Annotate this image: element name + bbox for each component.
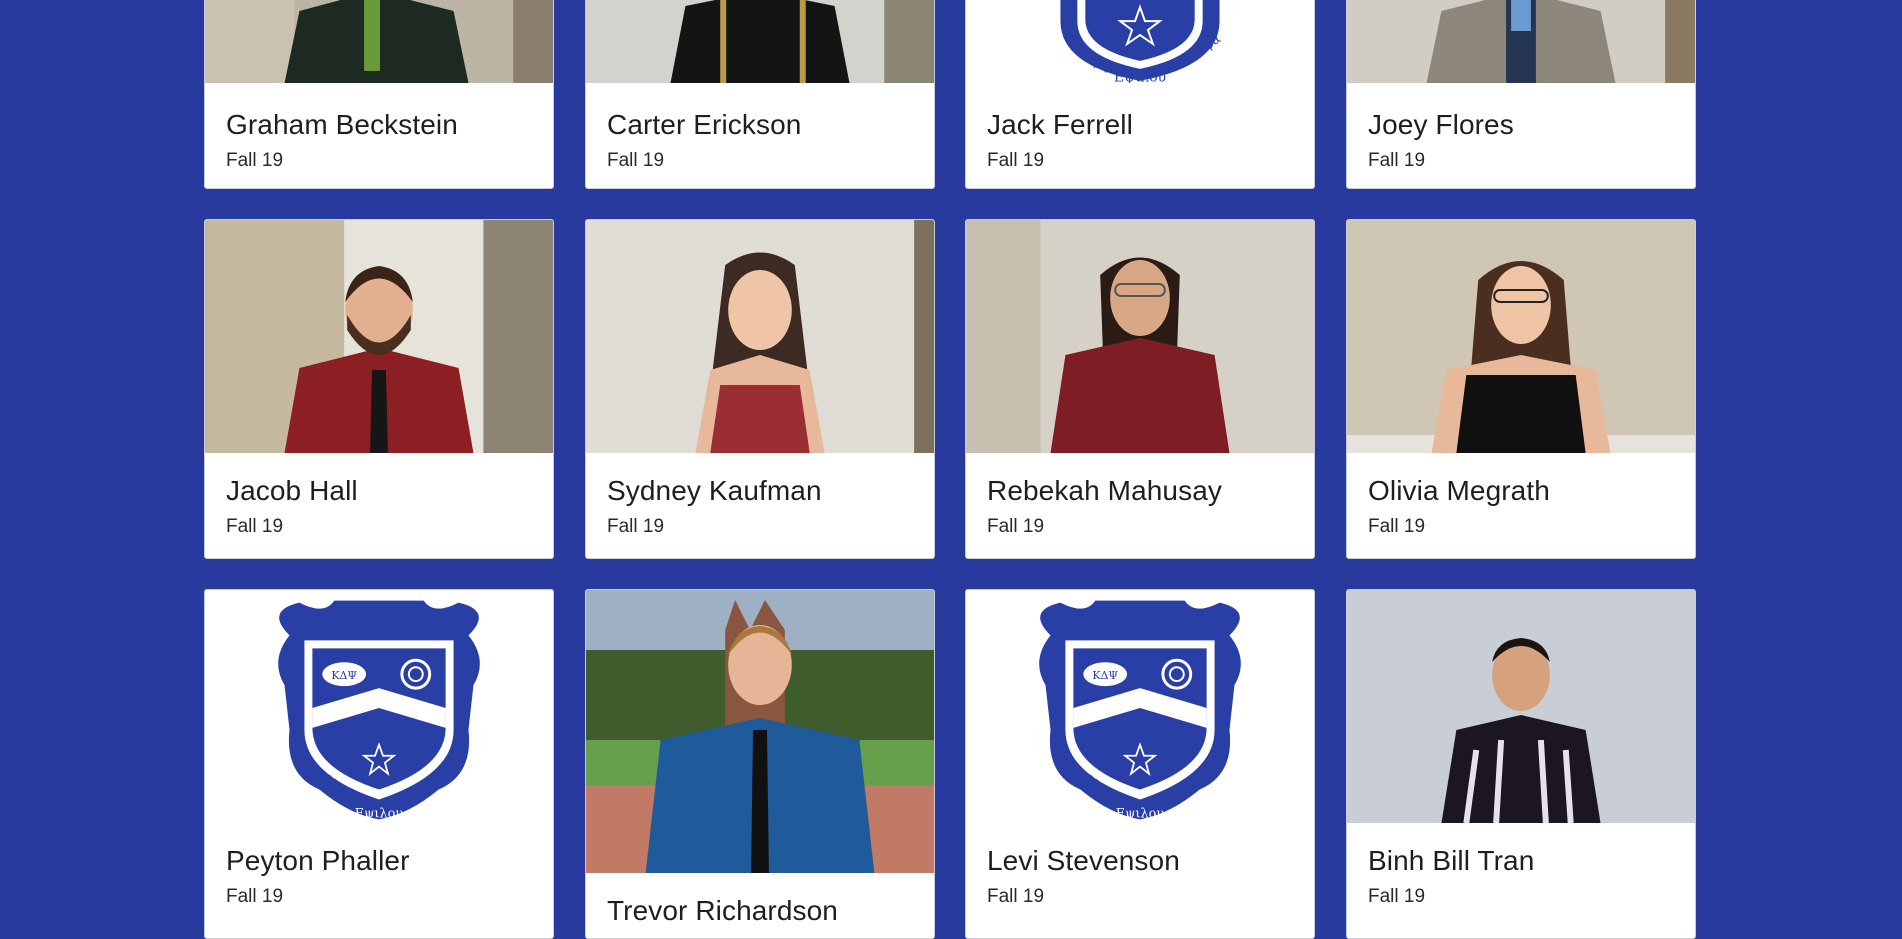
member-card[interactable]: Carter Erickson Fall 19 [585, 0, 935, 189]
member-name[interactable]: Peyton Phaller [226, 845, 410, 877]
member-term: Fall 19 [1368, 150, 1426, 171]
member-name[interactable]: Rebekah Mahusay [987, 475, 1222, 507]
portrait-photo [205, 0, 553, 83]
portrait-photo [966, 220, 1314, 453]
portrait-photo [1347, 590, 1695, 823]
member-name[interactable]: Jacob Hall [226, 475, 358, 507]
portrait-photo [586, 0, 934, 83]
member-term: Fall 19 [987, 150, 1045, 171]
member-name[interactable]: Binh Bill Tran [1368, 845, 1534, 877]
crest-icon: ΚΔΨ Αλφα Εψιλου Αλφα [966, 590, 1314, 823]
member-name[interactable]: Carter Erickson [607, 109, 801, 141]
member-term: Fall 19 [607, 150, 665, 171]
svg-text:Εψιλου: Εψιλου [1116, 806, 1165, 821]
member-name[interactable]: Graham Beckstein [226, 109, 458, 141]
member-card[interactable]: Αλφα Εψιλου Αλφα Jack Ferrell Fall 19 [965, 0, 1315, 189]
member-card[interactable]: ΚΔΨ Αλφα Εψιλου Αλφα Levi Stevenson Fall… [965, 589, 1315, 939]
member-term: Fall 19 [226, 150, 284, 171]
member-card[interactable]: Joey Flores Fall 19 [1346, 0, 1696, 189]
crest-icon: Αλφα Εψιλου Αλφα [966, 0, 1314, 83]
portrait-photo [586, 220, 934, 453]
svg-text:ΚΔΨ: ΚΔΨ [1092, 669, 1118, 682]
member-card[interactable]: Rebekah Mahusay Fall 19 [965, 219, 1315, 559]
member-card[interactable]: ΚΔΨ Αλφα Εψιλου Αλφα Peyton Phaller Fall… [204, 589, 554, 939]
svg-text:Εψιλου: Εψιλου [1114, 70, 1166, 83]
member-name[interactable]: Levi Stevenson [987, 845, 1180, 877]
member-term: Fall 19 [1368, 516, 1426, 537]
member-term: Fall 19 [1368, 886, 1426, 907]
member-card[interactable]: Sydney Kaufman Fall 19 [585, 219, 935, 559]
member-name[interactable]: Trevor Richardson [607, 895, 838, 927]
svg-text:Εψιλου: Εψιλου [355, 806, 404, 821]
member-term: Fall 19 [607, 516, 665, 537]
portrait-photo [205, 220, 553, 453]
member-card[interactable]: Graham Beckstein Fall 19 [204, 0, 554, 189]
member-card[interactable]: Trevor Richardson [585, 589, 935, 939]
member-term: Fall 19 [226, 886, 284, 907]
member-term: Fall 19 [987, 886, 1045, 907]
member-name[interactable]: Joey Flores [1368, 109, 1514, 141]
portrait-photo [1347, 0, 1695, 83]
member-card[interactable]: Binh Bill Tran Fall 19 [1346, 589, 1696, 939]
member-grid: Graham Beckstein Fall 19 Carter Erickson… [0, 0, 1902, 939]
crest-icon: ΚΔΨ Αλφα Εψιλου Αλφα [205, 590, 553, 823]
member-name[interactable]: Sydney Kaufman [607, 475, 822, 507]
member-term: Fall 19 [226, 516, 284, 537]
portrait-photo [1347, 220, 1695, 453]
member-name[interactable]: Olivia Megrath [1368, 475, 1550, 507]
member-card[interactable]: Jacob Hall Fall 19 [204, 219, 554, 559]
svg-text:ΚΔΨ: ΚΔΨ [331, 669, 357, 682]
portrait-photo [586, 590, 934, 873]
member-name[interactable]: Jack Ferrell [987, 109, 1133, 141]
member-term: Fall 19 [987, 516, 1045, 537]
member-card[interactable]: Olivia Megrath Fall 19 [1346, 219, 1696, 559]
